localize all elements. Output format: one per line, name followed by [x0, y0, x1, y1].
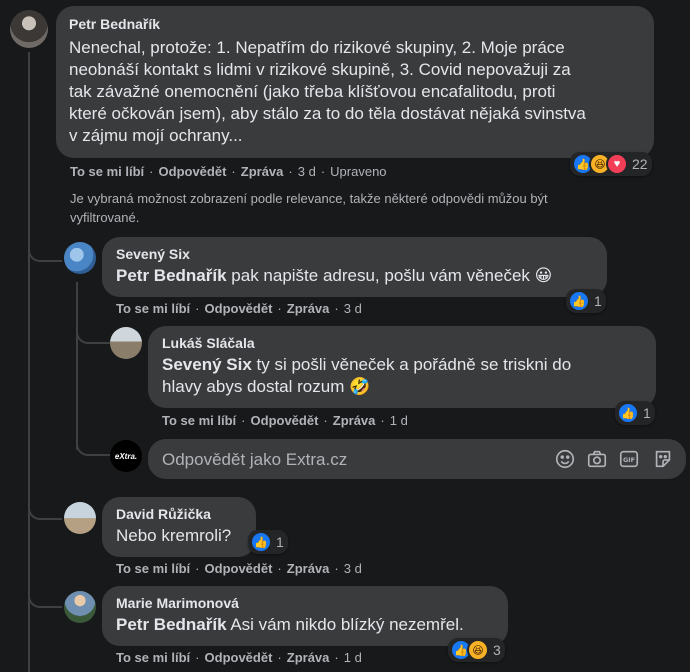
emoji-icon[interactable]: [554, 448, 576, 470]
like-link[interactable]: To se mi líbí: [116, 561, 190, 576]
message-link[interactable]: Zpráva: [241, 164, 284, 179]
comment-text: Petr Bednařík pak napište adresu, pošlu …: [116, 266, 553, 285]
avatar-extra[interactable]: eXtra.: [110, 440, 142, 472]
thread-line-main: [28, 52, 30, 672]
like-link[interactable]: To se mi líbí: [162, 413, 236, 428]
reactions-reply1[interactable]: 👍 1: [566, 289, 606, 313]
gif-icon[interactable]: GIF: [618, 448, 640, 470]
edited-label: Upraveno: [330, 164, 387, 179]
mention-link[interactable]: Petr Bednařík: [116, 615, 227, 634]
comment-author[interactable]: David Růžička: [116, 506, 242, 522]
like-link[interactable]: To se mi líbí: [116, 301, 190, 316]
comment-author[interactable]: Petr Bednařík: [69, 16, 641, 32]
relevance-notice: Je vybraná možnost zobrazení podle relev…: [70, 191, 548, 225]
extra-logo-text: eXtra.: [114, 451, 138, 461]
message-link[interactable]: Zpráva: [287, 561, 330, 576]
love-reaction-icon: ♥: [606, 153, 628, 175]
avatar-david[interactable]: [64, 502, 96, 534]
avatar-lukas[interactable]: [110, 327, 142, 359]
avatar-marie[interactable]: [64, 591, 96, 623]
like-reaction-icon: 👍: [617, 402, 639, 424]
actions-comment2: To se mi líbí · Odpovědět · Zpráva · 3 d: [116, 561, 362, 576]
timestamp[interactable]: 1 d: [390, 413, 408, 428]
sticker-icon[interactable]: [652, 448, 674, 470]
grin-emoji: 😀: [534, 266, 553, 285]
reply-bubble-lukas: Lukáš Sláčala Sevený Six ty si pošli věn…: [148, 326, 656, 408]
thread-curve-reply2: [76, 326, 110, 344]
reactions-main[interactable]: 👍 😆 ♥ 22: [570, 152, 652, 176]
timestamp[interactable]: 1 d: [344, 650, 362, 665]
actions-main: To se mi líbí · Odpovědět · Zpráva · 3 d · Uprav…: [70, 164, 387, 179]
reply-link[interactable]: Odpovědět: [205, 650, 273, 665]
actions-comment3: To se mi líbí · Odpovědět · Zpráva · 1 d: [116, 650, 362, 665]
comment-author[interactable]: Sevený Six: [116, 246, 593, 262]
reactions-comment3[interactable]: 👍 😆 3: [448, 638, 505, 662]
comment-bubble-main: Petr Bednařík Nenechal, protože: 1. Nepa…: [56, 6, 654, 158]
mention-link[interactable]: Sevený Six: [162, 355, 252, 374]
reaction-count: 1: [643, 405, 651, 421]
comment-bubble-david: David Růžička Nebo kremroli?: [102, 497, 256, 557]
reactions-reply2[interactable]: 👍 1: [615, 401, 655, 425]
svg-text:GIF: GIF: [623, 456, 635, 464]
reply-bubble-seveny: Sevený Six Petr Bednařík pak napište adr…: [102, 237, 607, 297]
like-reaction-icon: 👍: [250, 531, 272, 553]
thread-line-replies: [76, 282, 78, 450]
message-link[interactable]: Zpráva: [287, 301, 330, 316]
camera-icon[interactable]: [586, 448, 608, 470]
comment-bubble-marie: Marie Marimonová Petr Bednařík Asi vám n…: [102, 586, 508, 646]
timestamp[interactable]: 3 d: [344, 301, 362, 316]
comment-text: Sevený Six ty si pošli věneček a pořádně…: [162, 355, 572, 396]
comment-author[interactable]: Lukáš Sláčala: [162, 335, 642, 351]
reply-input[interactable]: Odpovědět jako Extra.cz: [162, 450, 347, 470]
like-link[interactable]: To se mi líbí: [70, 164, 144, 179]
reactions-comment2[interactable]: 👍 1: [248, 530, 288, 554]
message-link[interactable]: Zpráva: [287, 650, 330, 665]
like-reaction-icon: 👍: [568, 290, 590, 312]
reply-link[interactable]: Odpovědět: [205, 561, 273, 576]
actions-reply2: To se mi líbí · Odpovědět · Zpráva · 1 d: [162, 413, 408, 428]
haha-reaction-icon: 😆: [467, 639, 489, 661]
timestamp[interactable]: 3 d: [298, 164, 316, 179]
rofl-emoji: 🤣: [349, 377, 371, 396]
reply-link[interactable]: Odpovědět: [251, 413, 319, 428]
avatar-seveny[interactable]: [64, 242, 96, 274]
comment-author[interactable]: Marie Marimonová: [116, 595, 494, 611]
reply-input-box[interactable]: Odpovědět jako Extra.cz GIF: [148, 439, 686, 479]
comment-text: Nenechal, protože: 1. Nepatřím do riziko…: [69, 38, 586, 145]
timestamp[interactable]: 3 d: [344, 561, 362, 576]
thread-curve-comment3: [28, 588, 62, 608]
thread-curve-reply1: [28, 240, 62, 262]
reaction-count: 1: [594, 293, 602, 309]
reaction-count: 22: [632, 156, 648, 172]
thread-curve-replybox: [76, 430, 110, 456]
avatar-petr[interactable]: [10, 10, 48, 48]
comment-text: Petr Bednařík Asi vám nikdo blízký nezem…: [116, 615, 464, 634]
actions-reply1: To se mi líbí · Odpovědět · Zpráva · 3 d: [116, 301, 362, 316]
mention-link[interactable]: Petr Bednařík: [116, 266, 227, 285]
thread-curve-comment2: [28, 500, 62, 520]
reaction-count: 3: [493, 642, 501, 658]
reaction-count: 1: [276, 534, 284, 550]
reply-link[interactable]: Odpovědět: [159, 164, 227, 179]
like-link[interactable]: To se mi líbí: [116, 650, 190, 665]
reply-link[interactable]: Odpovědět: [205, 301, 273, 316]
message-link[interactable]: Zpráva: [333, 413, 376, 428]
comment-text: Nebo kremroli?: [116, 526, 232, 545]
